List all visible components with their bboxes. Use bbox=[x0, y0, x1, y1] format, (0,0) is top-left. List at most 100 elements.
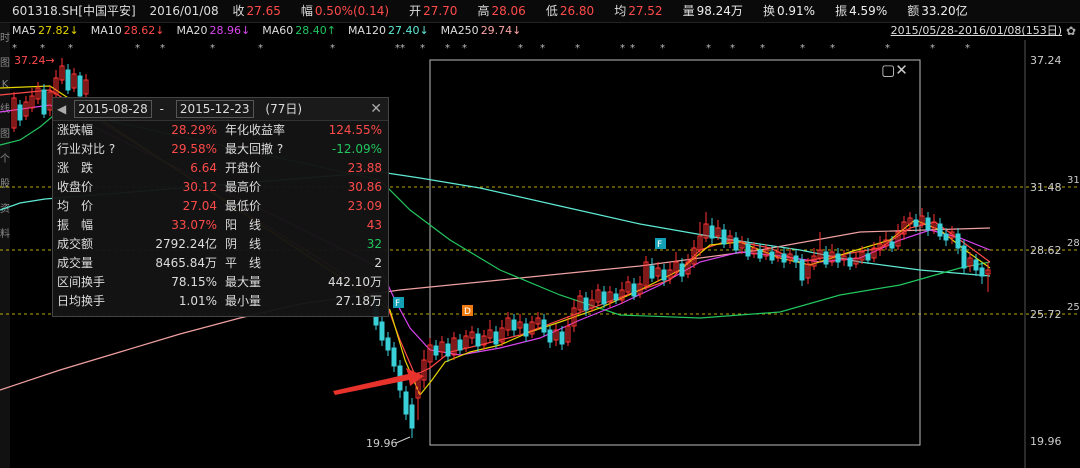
candle-body bbox=[433, 345, 439, 356]
event-star-marker: * bbox=[575, 43, 580, 54]
stats-row: 均 价 27.04 最低价 23.09 bbox=[53, 197, 388, 216]
stats-row: 振 幅 33.07% 阳 线 43 bbox=[53, 216, 388, 235]
event-star-marker: * bbox=[462, 43, 467, 54]
edge-axis-label: 25.7 bbox=[1067, 302, 1080, 313]
event-star-marker: * bbox=[210, 43, 215, 54]
candle-body bbox=[847, 257, 853, 267]
candle-body bbox=[77, 75, 83, 97]
stats-value: 124.55% bbox=[328, 123, 382, 137]
stats-row: 涨 跌 6.64 开盘价 23.88 bbox=[53, 159, 388, 178]
stats-key: 最大量 bbox=[225, 275, 262, 289]
stats-value: 23.09 bbox=[347, 199, 382, 213]
candle-body bbox=[583, 297, 589, 311]
prev-icon[interactable]: ◀ bbox=[57, 102, 66, 116]
candle-body bbox=[409, 404, 415, 429]
candle-body bbox=[865, 253, 871, 261]
candle-body bbox=[445, 343, 451, 357]
axis-tick-label: 37.24 bbox=[1030, 54, 1062, 67]
close-icon[interactable]: ✕ bbox=[895, 61, 908, 79]
stats-value: 30.12 bbox=[182, 180, 217, 194]
selection-box bbox=[429, 59, 921, 446]
candle-body bbox=[823, 251, 829, 265]
candle-body bbox=[559, 331, 565, 345]
candle-body bbox=[541, 319, 547, 333]
stats-value: 23.88 bbox=[347, 161, 382, 175]
stats-value: -12.09% bbox=[331, 142, 382, 156]
event-star-marker: * bbox=[885, 43, 890, 54]
candle-body bbox=[385, 337, 391, 351]
candle-body bbox=[973, 259, 979, 271]
stats-row: 成交量 8465.84万平 线 2 bbox=[53, 254, 388, 273]
candle-body bbox=[523, 323, 529, 337]
window-controls[interactable]: ▢✕ bbox=[881, 61, 908, 79]
stats-key: 平 线 bbox=[225, 256, 262, 270]
candle-body bbox=[65, 69, 71, 91]
stats-value: 30.86 bbox=[347, 180, 382, 194]
event-star-marker: * bbox=[660, 43, 665, 54]
event-star-marker: * bbox=[330, 43, 335, 54]
stats-value: 2792.24亿 bbox=[155, 237, 217, 251]
low-price-label: 19.96 bbox=[366, 437, 398, 450]
stats-row: 行业对比 ? 29.58% 最大回撤 ? -12.09% bbox=[53, 140, 388, 159]
axis-tick-label: 28.62 bbox=[1030, 244, 1062, 257]
event-star-marker: * bbox=[420, 43, 425, 54]
stats-value: 442.10万 bbox=[328, 275, 382, 289]
stats-value: 28.29% bbox=[171, 123, 217, 137]
stats-key: 年化收益率 bbox=[225, 123, 286, 137]
stats-value: 6.64 bbox=[190, 161, 217, 175]
candle-body bbox=[925, 217, 931, 231]
restore-icon[interactable]: ▢ bbox=[881, 61, 895, 79]
end-date-field[interactable]: 2015-12-23 bbox=[175, 100, 254, 118]
candle-body bbox=[457, 339, 463, 351]
signal-marker-label: D bbox=[464, 307, 471, 317]
stats-key: 成交额 bbox=[57, 237, 94, 251]
candle-body bbox=[835, 253, 841, 263]
event-star-marker: * bbox=[630, 43, 635, 54]
stats-row: 日均换手 1.01% 最小量 27.18万 bbox=[53, 292, 388, 311]
event-star-marker: * bbox=[540, 43, 545, 54]
stats-key: 阳 线 bbox=[225, 218, 262, 232]
stats-value: 2 bbox=[374, 256, 382, 270]
axis-tick-label: 31.48 bbox=[1030, 181, 1062, 194]
candle-body bbox=[679, 263, 685, 277]
stats-key: 均 价 bbox=[57, 199, 94, 213]
start-date-field[interactable]: 2015-08-28 bbox=[74, 100, 152, 118]
stats-row: 涨跌幅 28.29% 年化收益率 124.55% bbox=[53, 121, 388, 140]
stats-key: 最低价 bbox=[225, 199, 262, 213]
stats-key: 阴 线 bbox=[225, 237, 262, 251]
stats-key: 最小量 bbox=[225, 294, 262, 308]
stats-value: 8465.84万 bbox=[155, 256, 217, 270]
event-star-marker: * bbox=[12, 43, 17, 54]
candle-body bbox=[733, 237, 739, 251]
edge-axis-label: 31.48 bbox=[1067, 175, 1080, 186]
range-stats-panel: ◀ 2015-08-28 - 2015-12-23 (77日) ✕ 涨跌幅 28.… bbox=[52, 97, 389, 317]
candle-body bbox=[17, 104, 23, 121]
candle-body bbox=[613, 293, 619, 301]
stats-key: 开盘价 bbox=[225, 161, 262, 175]
candle-body bbox=[721, 229, 727, 245]
candle-body bbox=[631, 283, 637, 297]
stats-key: 收盘价 bbox=[57, 180, 94, 194]
stats-key: 涨跌幅 bbox=[57, 123, 94, 137]
candle-body bbox=[769, 251, 775, 261]
event-star-marker: * bbox=[760, 43, 765, 54]
candle-body bbox=[889, 241, 895, 249]
stats-value: 27.04 bbox=[182, 199, 217, 213]
candle-body bbox=[799, 259, 805, 281]
high-price-label: 37.24→ bbox=[14, 54, 55, 67]
edge-axis-label: 28.6 bbox=[1067, 238, 1080, 249]
event-star-marker: * bbox=[135, 43, 140, 54]
candle-body bbox=[601, 291, 607, 305]
signal-marker-label: F bbox=[657, 240, 662, 250]
event-star-marker: * bbox=[445, 43, 450, 54]
close-icon[interactable]: ✕ bbox=[370, 98, 382, 120]
stats-key: 日均换手 bbox=[57, 294, 106, 308]
stats-key: 成交量 bbox=[57, 256, 94, 270]
candle-body bbox=[745, 243, 751, 257]
stats-row: 收盘价 30.12 最高价 30.86 bbox=[53, 178, 388, 197]
event-star-marker: * bbox=[68, 43, 73, 54]
candle-body bbox=[961, 245, 967, 269]
stats-row: 区间换手 78.15% 最大量 442.10万 bbox=[53, 273, 388, 292]
days-label: (77日) bbox=[265, 102, 303, 116]
candle-body bbox=[937, 223, 943, 237]
